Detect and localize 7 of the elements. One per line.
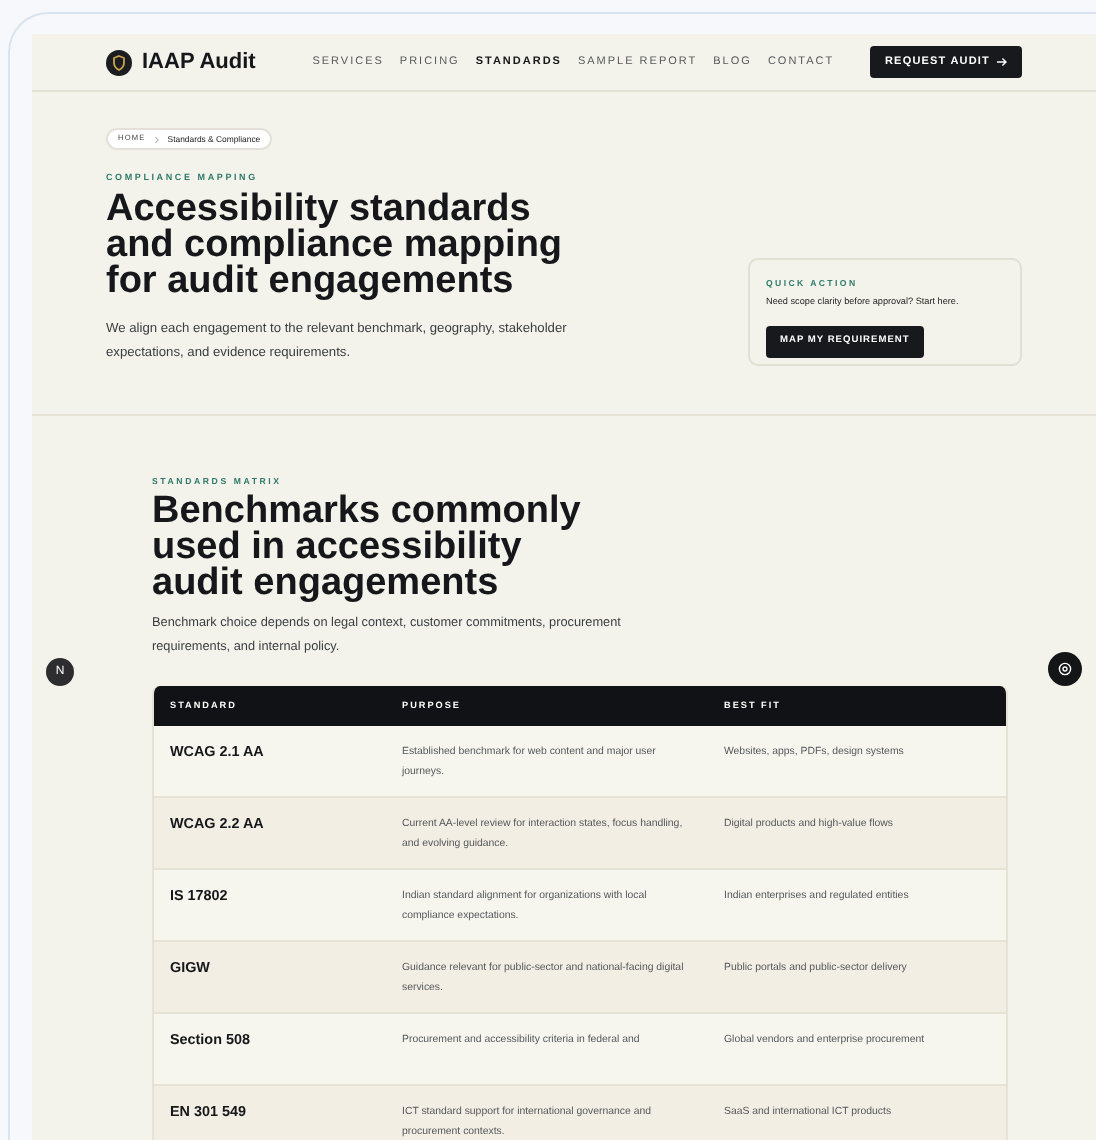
shield-logo-icon	[106, 49, 132, 75]
chevron-icon	[153, 135, 160, 144]
section-heading: Benchmarks commonly used in accessibility audit engagements	[152, 494, 583, 603]
page-heading: Accessibility standards and compliance mapping for audit engagements	[106, 191, 565, 300]
arrow-right-icon	[996, 56, 1008, 68]
brand-name[interactable]: IAAP Audit	[142, 45, 256, 79]
settings-icon	[1058, 662, 1072, 676]
